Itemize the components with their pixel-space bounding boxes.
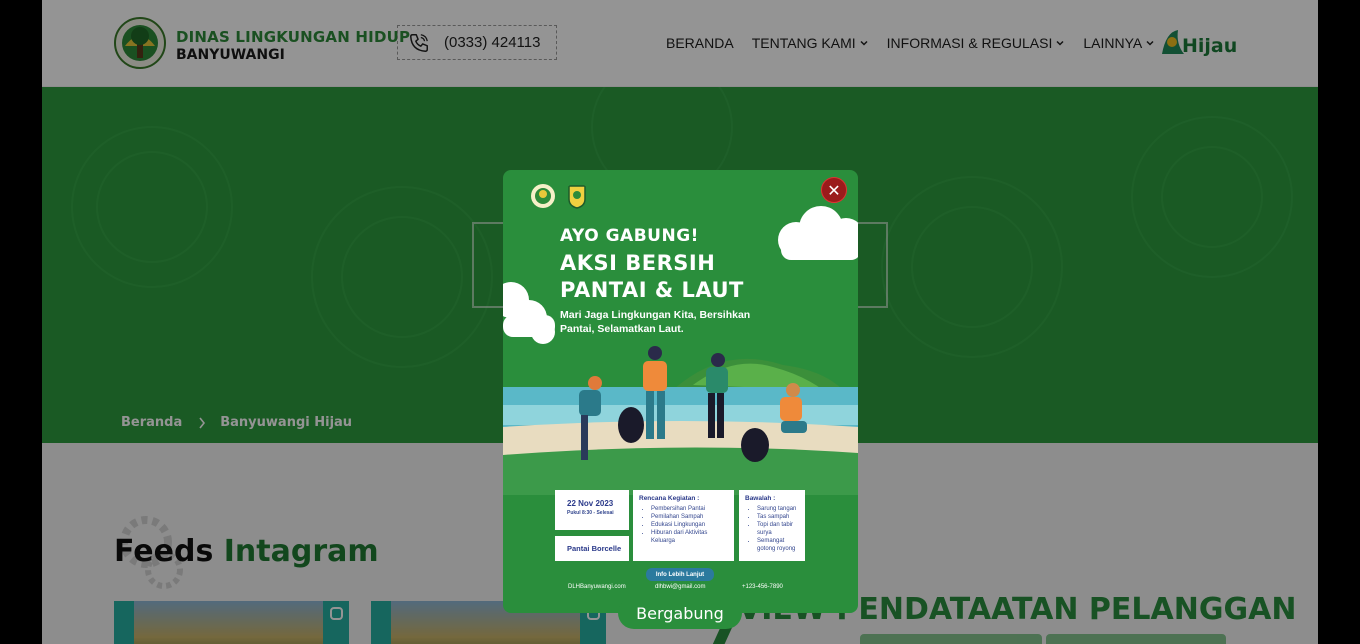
event-date: 22 Nov 2023: [567, 499, 614, 508]
plan-item: Hiburan dari Aktivitas Keluarga: [651, 529, 728, 545]
event-time: Pukul 8:30 - Selesai: [567, 510, 614, 516]
poster-phone: +123-456-7890: [742, 584, 783, 590]
plan-card: Rencana Kegiatan : Pembersihan Pantai Pe…: [633, 490, 734, 561]
close-button[interactable]: ✕: [821, 177, 847, 203]
bring-title: Bawalah :: [745, 495, 776, 502]
bring-item: Tas sampah: [757, 513, 799, 521]
plan-item: Pemilahan Sampah: [651, 513, 728, 521]
bring-list: Sarung tangan Tas sampah Topi dan tabir …: [745, 505, 799, 553]
info-more-button[interactable]: Info Lebih Lanjut: [646, 568, 714, 581]
poster-website: DLHBanyuwangi.com: [568, 584, 626, 590]
event-place: Pantai Borcelle: [567, 544, 622, 553]
close-icon: ✕: [827, 180, 841, 200]
poster-email: dlhbwi@gmail.com: [655, 584, 706, 590]
place-card: Pantai Borcelle: [555, 536, 629, 561]
dlh-logo-small: [531, 184, 555, 208]
beach-cleanup-illustration: [503, 346, 858, 495]
plan-list: Pembersihan Pantai Pemilahan Sampah Eduk…: [639, 505, 728, 545]
plan-title: Rencana Kegiatan :: [639, 495, 700, 502]
poster-subtitle: Mari Jaga Lingkungan Kita, Bersihkan Pan…: [560, 309, 751, 335]
bring-item: Semangat gotong royong: [757, 537, 799, 553]
bring-card: Bawalah : Sarung tangan Tas sampah Topi …: [739, 490, 805, 561]
date-card: 22 Nov 2023 Pukul 8:30 - Selesai: [555, 490, 629, 530]
bring-item: Topi dan tabir surya: [757, 521, 799, 537]
bring-item: Sarung tangan: [757, 505, 799, 513]
plan-item: Edukasi Lingkungan: [651, 521, 728, 529]
join-button[interactable]: Bergabung: [618, 597, 742, 629]
cloud-decoration: [503, 282, 555, 344]
poster-headline: AKSI BERSIH PANTAI & LAUT: [560, 251, 744, 302]
event-poster-modal: AYO GABUNG! AKSI BERSIH PANTAI & LAUT Ma…: [503, 170, 858, 613]
banyuwangi-emblem: [568, 185, 586, 209]
poster-headline-small: AYO GABUNG!: [560, 226, 699, 246]
plan-item: Pembersihan Pantai: [651, 505, 728, 513]
